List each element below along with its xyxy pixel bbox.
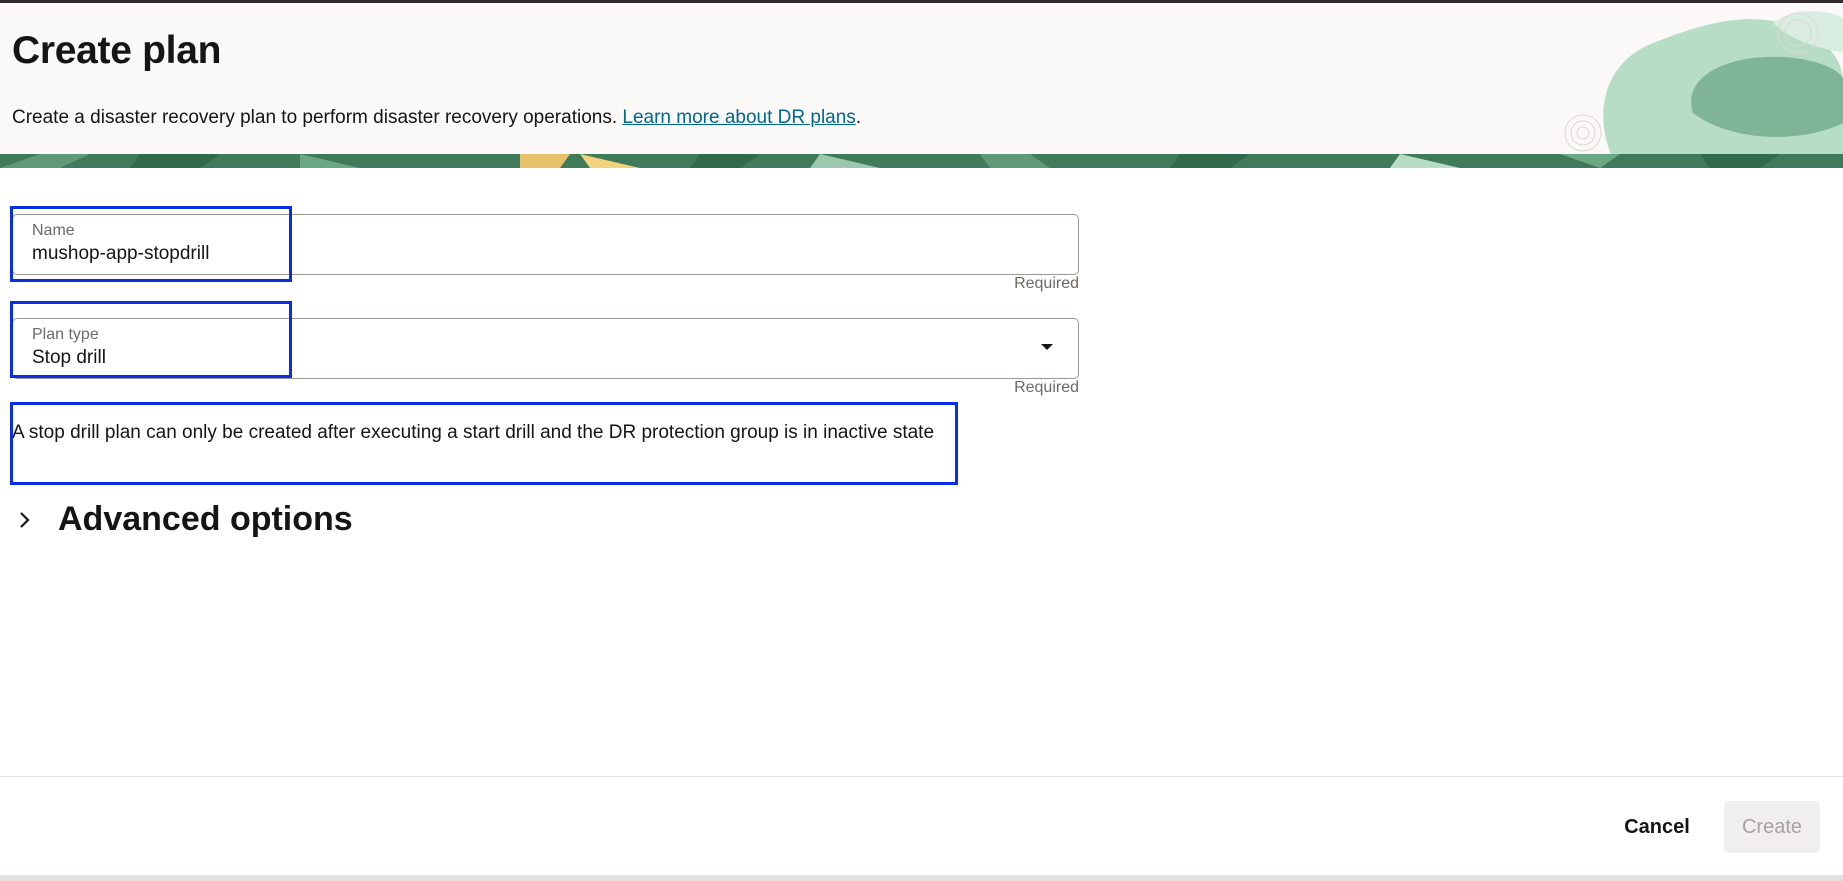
advanced-options-toggle[interactable]: Advanced options: [14, 500, 353, 539]
name-highlight-box: [10, 206, 292, 282]
page-header: Create plan Create a disaster recovery p…: [0, 3, 1843, 157]
learn-more-dr-plans-link[interactable]: Learn more about DR plans: [622, 107, 855, 128]
bottom-border: [0, 875, 1843, 881]
page-description: Create a disaster recovery plan to perfo…: [12, 107, 861, 129]
dialog-footer: Cancel Create: [0, 776, 1843, 881]
info-highlight-box: [10, 402, 958, 485]
chevron-down-icon[interactable]: [1041, 344, 1053, 350]
name-required-hint: Required: [1014, 275, 1079, 292]
description-period: .: [855, 107, 862, 128]
advanced-options-title: Advanced options: [58, 500, 353, 538]
cancel-button[interactable]: Cancel: [1612, 801, 1702, 853]
plan-type-required-hint: Required: [1014, 379, 1079, 396]
header-decoration-image: [1564, 11, 1843, 157]
header-banner-strip: [0, 154, 1843, 168]
create-button[interactable]: Create: [1724, 801, 1820, 853]
chevron-right-icon[interactable]: [14, 507, 36, 533]
page-description-text: Create a disaster recovery plan to perfo…: [12, 107, 618, 128]
page-title: Create plan: [12, 29, 222, 72]
plan-type-highlight-box: [10, 301, 292, 378]
